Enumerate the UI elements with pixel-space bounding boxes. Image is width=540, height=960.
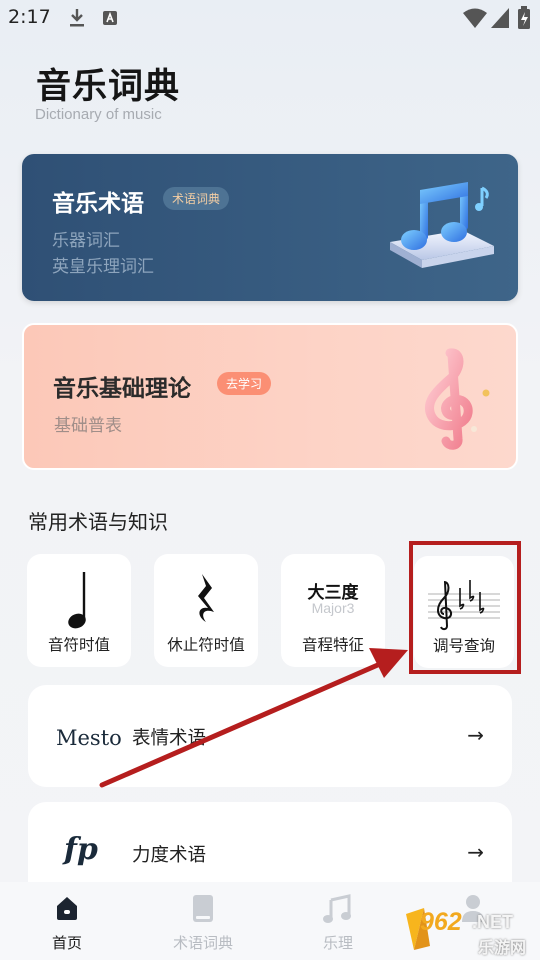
watermark-site: 乐游网: [478, 938, 527, 957]
pointer-arrow: [99, 648, 408, 788]
watermark: 962 .NET 乐游网: [400, 906, 540, 960]
watermark-suffix: .NET: [472, 912, 514, 932]
watermark-number: 962: [420, 908, 462, 936]
